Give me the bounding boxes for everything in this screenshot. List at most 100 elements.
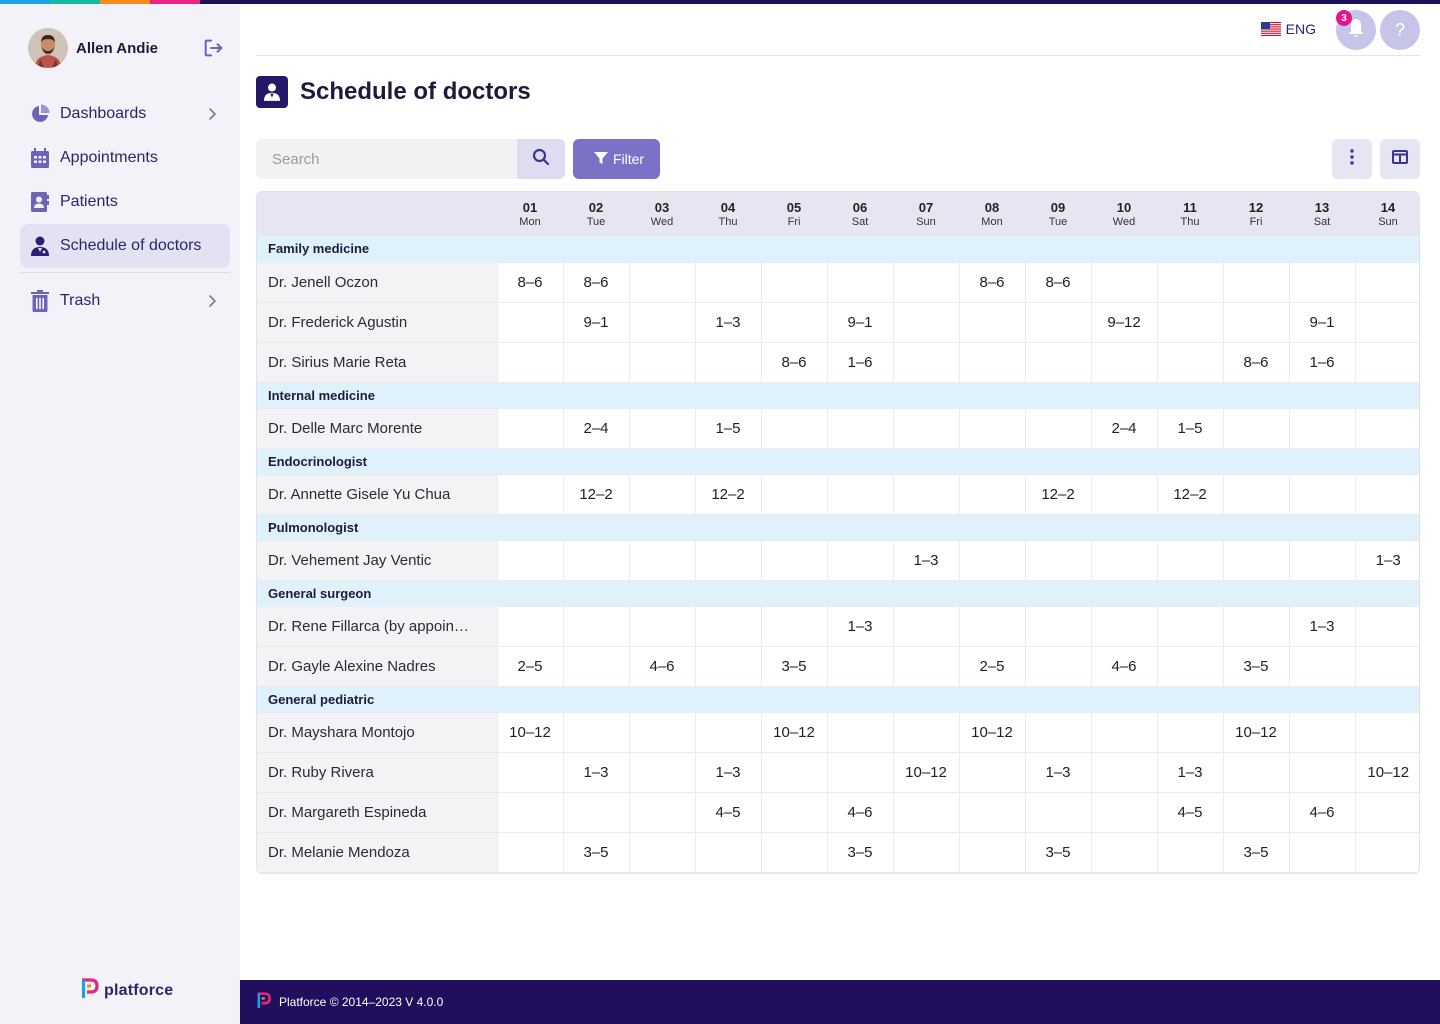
schedule-cell[interactable]: 2–4 (1090, 407, 1158, 449)
schedule-cell[interactable] (826, 539, 894, 581)
schedule-cell[interactable]: 8–6 (1024, 261, 1092, 303)
doctor-name[interactable]: Dr. Jenell Oczon (257, 261, 498, 303)
schedule-cell[interactable] (1222, 539, 1290, 581)
schedule-cell[interactable] (1288, 407, 1356, 449)
help-button[interactable]: ? (1380, 10, 1420, 50)
schedule-cell[interactable]: 4–5 (694, 791, 762, 833)
schedule-cell[interactable] (562, 341, 630, 383)
schedule-cell[interactable] (496, 341, 564, 383)
schedule-cell[interactable]: 3–5 (826, 831, 894, 873)
filter-button[interactable]: Filter (573, 139, 660, 179)
schedule-cell[interactable] (1156, 711, 1224, 753)
schedule-cell[interactable] (1156, 301, 1224, 343)
schedule-cell[interactable]: 4–6 (1288, 791, 1356, 833)
schedule-cell[interactable] (1288, 473, 1356, 515)
schedule-cell[interactable] (958, 473, 1026, 515)
schedule-cell[interactable]: 9–1 (826, 301, 894, 343)
schedule-cell[interactable] (496, 791, 564, 833)
schedule-cell[interactable] (1222, 751, 1290, 793)
schedule-cell[interactable] (826, 261, 894, 303)
schedule-cell[interactable] (892, 711, 960, 753)
schedule-cell[interactable] (1090, 791, 1158, 833)
schedule-cell[interactable]: 2–4 (562, 407, 630, 449)
schedule-cell[interactable] (628, 261, 696, 303)
schedule-cell[interactable] (1090, 831, 1158, 873)
schedule-cell[interactable]: 4–6 (628, 645, 696, 687)
schedule-cell[interactable] (628, 831, 696, 873)
schedule-cell[interactable] (1024, 791, 1092, 833)
schedule-cell[interactable] (958, 831, 1026, 873)
schedule-cell[interactable] (892, 645, 960, 687)
schedule-cell[interactable] (1024, 645, 1092, 687)
schedule-cell[interactable] (1024, 301, 1092, 343)
doctor-name[interactable]: Dr. Gayle Alexine Nadres (257, 645, 498, 687)
schedule-cell[interactable] (694, 831, 762, 873)
schedule-cell[interactable] (892, 605, 960, 647)
schedule-cell[interactable] (628, 791, 696, 833)
schedule-cell[interactable] (1090, 261, 1158, 303)
schedule-cell[interactable] (694, 645, 762, 687)
avatar[interactable] (28, 28, 68, 68)
schedule-cell[interactable] (1222, 473, 1290, 515)
schedule-cell[interactable] (760, 791, 828, 833)
schedule-cell[interactable] (1024, 711, 1092, 753)
schedule-cell[interactable] (1288, 751, 1356, 793)
schedule-cell[interactable] (562, 645, 630, 687)
schedule-cell[interactable]: 8–6 (562, 261, 630, 303)
schedule-cell[interactable] (760, 301, 828, 343)
schedule-cell[interactable]: 1–6 (826, 341, 894, 383)
schedule-cell[interactable]: 10–12 (1222, 711, 1290, 753)
schedule-cell[interactable] (958, 539, 1026, 581)
schedule-cell[interactable]: 10–12 (496, 711, 564, 753)
schedule-cell[interactable] (892, 831, 960, 873)
schedule-cell[interactable]: 8–6 (958, 261, 1026, 303)
schedule-cell[interactable] (892, 791, 960, 833)
sidebar-item-trash[interactable]: Trash (20, 279, 230, 323)
schedule-cell[interactable] (1024, 407, 1092, 449)
schedule-cell[interactable] (1354, 831, 1419, 873)
schedule-cell[interactable] (1024, 341, 1092, 383)
schedule-cell[interactable]: 2–5 (496, 645, 564, 687)
schedule-cell[interactable] (1090, 473, 1158, 515)
schedule-cell[interactable]: 10–12 (760, 711, 828, 753)
schedule-cell[interactable]: 1–5 (1156, 407, 1224, 449)
schedule-cell[interactable] (496, 407, 564, 449)
schedule-cell[interactable] (760, 473, 828, 515)
schedule-cell[interactable] (1222, 791, 1290, 833)
schedule-cell[interactable] (1156, 831, 1224, 873)
search-button[interactable] (517, 139, 565, 179)
schedule-cell[interactable]: 1–3 (562, 751, 630, 793)
schedule-cell[interactable] (958, 407, 1026, 449)
sidebar-item-appointments[interactable]: Appointments (20, 136, 230, 180)
schedule-cell[interactable] (892, 473, 960, 515)
schedule-cell[interactable] (1090, 539, 1158, 581)
schedule-cell[interactable] (826, 407, 894, 449)
schedule-cell[interactable]: 9–1 (562, 301, 630, 343)
sidebar-item-patients[interactable]: Patients (20, 180, 230, 224)
schedule-cell[interactable]: 8–6 (1222, 341, 1290, 383)
schedule-cell[interactable]: 4–6 (826, 791, 894, 833)
schedule-cell[interactable] (496, 605, 564, 647)
schedule-cell[interactable]: 1–3 (1354, 539, 1419, 581)
schedule-cell[interactable]: 12–2 (562, 473, 630, 515)
schedule-cell[interactable]: 1–3 (1288, 605, 1356, 647)
schedule-cell[interactable] (826, 645, 894, 687)
schedule-cell[interactable] (1156, 605, 1224, 647)
schedule-cell[interactable] (562, 605, 630, 647)
schedule-cell[interactable] (958, 751, 1026, 793)
schedule-cell[interactable] (1354, 407, 1419, 449)
schedule-cell[interactable] (958, 605, 1026, 647)
schedule-cell[interactable]: 10–12 (1354, 751, 1419, 793)
schedule-cell[interactable] (1222, 605, 1290, 647)
schedule-cell[interactable]: 1–3 (892, 539, 960, 581)
schedule-cell[interactable] (694, 341, 762, 383)
schedule-cell[interactable]: 3–5 (1222, 831, 1290, 873)
more-options-button[interactable] (1332, 139, 1372, 179)
schedule-cell[interactable] (1288, 261, 1356, 303)
schedule-cell[interactable]: 1–3 (1024, 751, 1092, 793)
schedule-cell[interactable] (694, 605, 762, 647)
schedule-cell[interactable] (892, 301, 960, 343)
schedule-cell[interactable] (628, 711, 696, 753)
search-input[interactable] (256, 139, 517, 179)
schedule-cell[interactable] (760, 605, 828, 647)
